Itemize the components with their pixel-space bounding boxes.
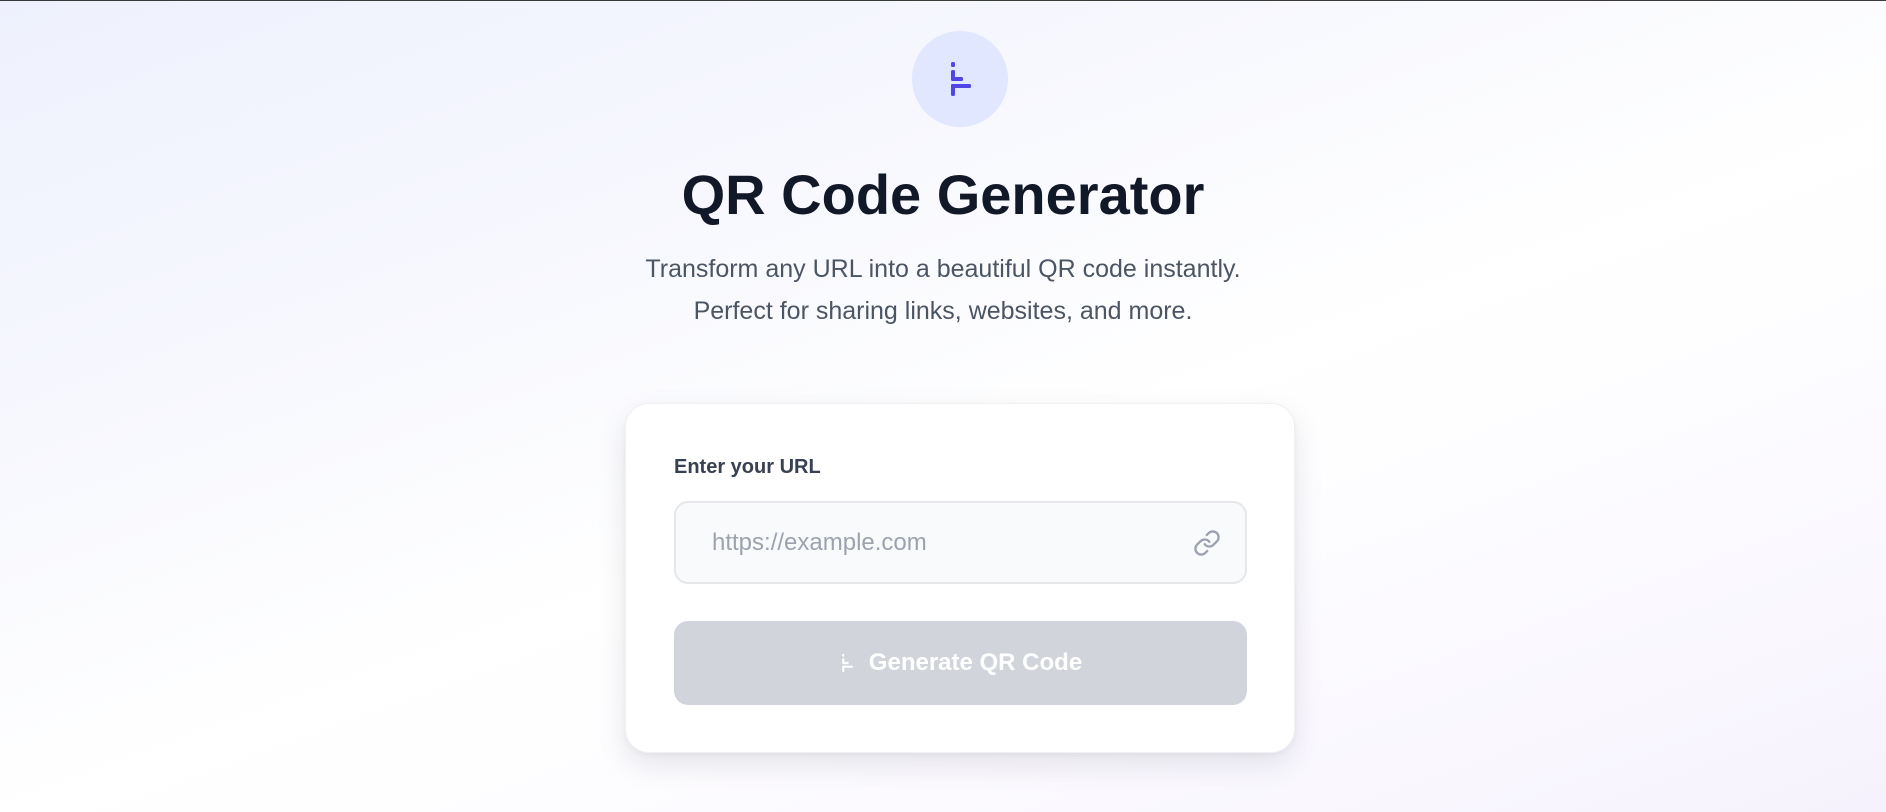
generate-button-label: Generate QR Code <box>868 649 1083 676</box>
qr-code-icon <box>951 62 971 96</box>
url-input-container[interactable] <box>674 501 1247 584</box>
logo-badge <box>912 31 1008 127</box>
link-icon <box>1194 530 1220 556</box>
url-field-label: Enter your URL <box>674 456 821 478</box>
url-form-card: Enter your URL Generate QR Code <box>625 403 1295 753</box>
generate-qr-button[interactable]: Generate QR Code <box>674 621 1247 705</box>
page-subtitle: Transform any URL into a beautiful QR co… <box>0 248 1886 332</box>
subtitle-line-1: Transform any URL into a beautiful QR co… <box>645 255 1241 283</box>
subtitle-line-2: Perfect for sharing links, websites, and… <box>693 297 1193 325</box>
page-title: QR Code Generator <box>681 163 1205 226</box>
qr-code-icon <box>841 653 853 673</box>
url-input[interactable] <box>676 503 1245 582</box>
